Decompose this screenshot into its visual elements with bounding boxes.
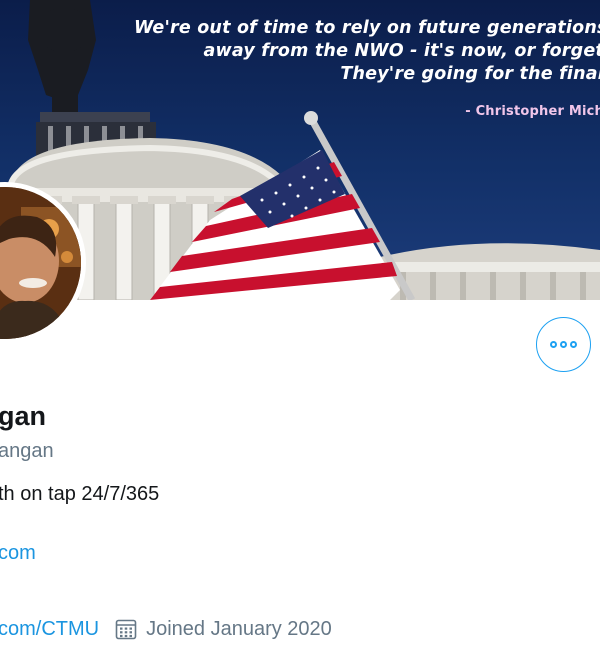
profile-meta: com/CTMU Joined January 2020 [0,615,332,643]
quote-line: They're going for the final [340,64,600,84]
profile-banner[interactable]: We're out of time to rely on future gene… [0,0,600,300]
display-name: gan [0,401,47,431]
quote-attribution: - Christopher Mich [465,104,600,119]
profile-page: We're out of time to rely on future gene… [0,0,600,652]
calendar-icon [115,619,137,640]
more-horizontal-icon [550,341,577,348]
banner-quote: We're out of time to rely on future gene… [134,17,600,120]
bio-link[interactable]: com [0,542,36,565]
more-options-button[interactable] [536,317,591,372]
quote-line: away from the NWO - it's now, or forget [203,41,600,61]
quote-line: We're out of time to rely on future gene… [134,18,600,38]
profile-website-link[interactable]: com/CTMU [0,618,99,641]
joined-date: Joined January 2020 [146,617,332,640]
profile-bio: th on tap 24/7/365 [0,483,160,505]
user-handle: angan [0,440,54,462]
